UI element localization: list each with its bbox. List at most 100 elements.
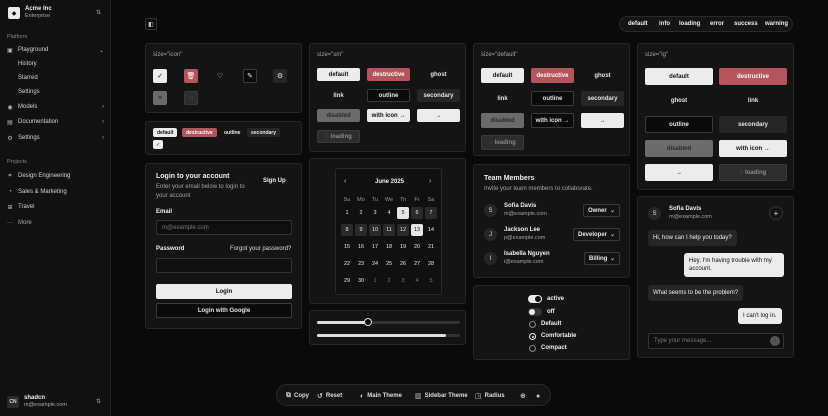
- tab-info[interactable]: info: [659, 21, 670, 27]
- default-with-icon-button[interactable]: with icon →: [531, 113, 574, 128]
- signup-link[interactable]: Sign Up: [263, 178, 286, 184]
- lg-default-button[interactable]: default: [645, 68, 713, 85]
- sm-destructive-button[interactable]: destructive: [367, 68, 410, 81]
- password-field[interactable]: [156, 258, 292, 273]
- calendar-day[interactable]: 22: [341, 258, 353, 270]
- email-field[interactable]: m@example.com: [156, 220, 292, 235]
- reset-button[interactable]: ↺ Reset: [317, 389, 342, 403]
- switch-off[interactable]: [528, 308, 542, 316]
- login-button[interactable]: Login: [156, 284, 292, 299]
- chevron-right-icon[interactable]: ›: [429, 178, 431, 185]
- nav-more[interactable]: ··· More: [6, 217, 104, 229]
- calendar-day[interactable]: 28: [425, 258, 437, 270]
- calendar-day[interactable]: 1: [369, 275, 381, 287]
- calendar-day[interactable]: 2: [383, 275, 395, 287]
- calendar-day[interactable]: 6: [411, 207, 423, 219]
- default-secondary-button[interactable]: secondary: [581, 91, 624, 106]
- calendar-day[interactable]: 13: [411, 224, 423, 236]
- sm-default-button[interactable]: default: [317, 68, 360, 81]
- calendar-day[interactable]: 7: [425, 207, 437, 219]
- slider-thumb[interactable]: [364, 318, 373, 326]
- sm-with-icon-button[interactable]: with icon →: [367, 109, 410, 122]
- project-sales-marketing[interactable]: ◔ Sales & Marketing: [6, 186, 104, 198]
- calendar-day[interactable]: 20: [411, 241, 423, 253]
- role-select[interactable]: Owner ⌄: [583, 204, 620, 217]
- lg-link-button[interactable]: link: [719, 92, 787, 109]
- calendar-day[interactable]: 5: [397, 207, 409, 219]
- calendar-day[interactable]: 26: [397, 258, 409, 270]
- github-icon[interactable]: ●: [536, 389, 543, 403]
- calendar-day[interactable]: 29: [341, 275, 353, 287]
- sm-link-button[interactable]: link: [317, 89, 360, 102]
- globe-icon[interactable]: ⊕: [520, 389, 529, 403]
- calendar-day[interactable]: 15: [341, 241, 353, 253]
- calendar-day[interactable]: 23: [355, 258, 367, 270]
- tab-default[interactable]: default: [628, 21, 648, 27]
- calendar-day[interactable]: 27: [411, 258, 423, 270]
- team-switcher[interactable]: ◆ Acme Inc Enterprise ⇅: [6, 5, 104, 21]
- calendar-day[interactable]: 2: [355, 207, 367, 219]
- new-chat-button[interactable]: +: [769, 206, 783, 220]
- lg-secondary-button[interactable]: secondary: [719, 116, 787, 133]
- switch-on[interactable]: [528, 295, 542, 303]
- heart-icon[interactable]: ♡: [213, 69, 227, 83]
- sm-icon-button[interactable]: →: [417, 109, 460, 122]
- default-icon-button[interactable]: →: [581, 113, 624, 128]
- check-icon[interactable]: ✓: [153, 69, 167, 83]
- calendar-day[interactable]: 10: [369, 224, 381, 236]
- calendar-day[interactable]: 21: [425, 241, 437, 253]
- send-button[interactable]: ↑: [770, 336, 780, 346]
- nav-settings[interactable]: ⚙ Settings ›: [6, 132, 104, 144]
- calendar-day[interactable]: 14: [425, 224, 437, 236]
- user-menu[interactable]: CN shadcn m@example.com ⇅: [6, 394, 104, 410]
- radius-button[interactable]: ◳ Radius: [475, 389, 505, 403]
- nav-starred[interactable]: Starred: [18, 72, 38, 83]
- role-select[interactable]: Developer ⌄: [573, 228, 620, 241]
- sm-ghost-button[interactable]: ghost: [417, 68, 460, 81]
- calendar-day[interactable]: 30: [355, 275, 367, 287]
- calendar-day[interactable]: 18: [383, 241, 395, 253]
- calendar-day[interactable]: 11: [383, 224, 395, 236]
- tab-success[interactable]: success: [734, 21, 758, 27]
- tab-loading[interactable]: loading: [679, 21, 700, 27]
- lg-outline-button[interactable]: outline: [645, 116, 713, 133]
- sidebar-toggle-button[interactable]: ◧: [145, 18, 157, 30]
- copy-button[interactable]: ⧉ Copy: [286, 389, 309, 403]
- lg-icon-button[interactable]: →: [645, 164, 713, 181]
- radio-compact[interactable]: [529, 345, 536, 352]
- lg-with-icon-button[interactable]: with icon →: [719, 140, 787, 157]
- calendar-day[interactable]: 1: [341, 207, 353, 219]
- default-link-button[interactable]: link: [481, 91, 524, 106]
- radio-default[interactable]: [529, 321, 536, 328]
- calendar-day[interactable]: 25: [383, 258, 395, 270]
- role-select[interactable]: Billing ⌄: [584, 252, 620, 265]
- calendar-day[interactable]: 4: [383, 207, 395, 219]
- tab-warning[interactable]: warning: [765, 21, 788, 27]
- sidebar-theme-button[interactable]: ▥ Sidebar Theme: [415, 389, 468, 403]
- default-destructive-button[interactable]: destructive: [531, 68, 574, 83]
- calendar-day[interactable]: 17: [369, 241, 381, 253]
- settings-icon[interactable]: ⚙: [273, 69, 287, 83]
- calendar-day[interactable]: 16: [355, 241, 367, 253]
- nav-history[interactable]: History: [18, 58, 37, 69]
- calendar-day[interactable]: 3: [369, 207, 381, 219]
- tab-error[interactable]: error: [710, 21, 724, 27]
- calendar-day[interactable]: 8: [341, 224, 353, 236]
- radio-comfortable[interactable]: [529, 333, 536, 340]
- nav-models[interactable]: ◉ Models ›: [6, 101, 104, 113]
- nav-playground[interactable]: ▣ Playground ⌄: [6, 44, 104, 56]
- sm-secondary-button[interactable]: secondary: [417, 89, 460, 102]
- calendar-day[interactable]: 12: [397, 224, 409, 236]
- sm-outline-button[interactable]: outline: [367, 89, 410, 102]
- forgot-password-link[interactable]: Forgot your password?: [230, 246, 291, 252]
- nav-documentation[interactable]: ▤ Documentation ›: [6, 116, 104, 128]
- nav-playground-settings[interactable]: Settings: [18, 86, 40, 97]
- default-default-button[interactable]: default: [481, 68, 524, 83]
- default-ghost-button[interactable]: ghost: [581, 68, 624, 83]
- lg-ghost-button[interactable]: ghost: [645, 92, 713, 109]
- calendar-day[interactable]: 24: [369, 258, 381, 270]
- main-theme-button[interactable]: ◐ Main Theme: [360, 389, 402, 403]
- calendar-day[interactable]: 5: [425, 275, 437, 287]
- project-design-engineering[interactable]: ⌗ Design Engineering: [6, 170, 104, 182]
- project-travel[interactable]: ⊞ Travel: [6, 201, 104, 213]
